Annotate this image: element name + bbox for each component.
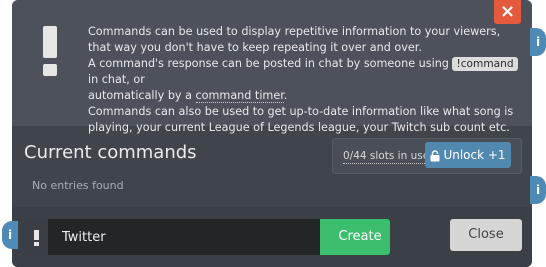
slot-box: 0/44 slots in use Unlock +1 <box>332 138 522 174</box>
exclamation-icon <box>38 26 62 76</box>
bottom-bar: Create Close <box>12 207 532 267</box>
exclamation-prefix-icon <box>24 219 48 255</box>
close-icon[interactable]: × <box>494 0 521 24</box>
command-input-group: Create <box>24 219 390 255</box>
unlock-button[interactable]: Unlock +1 <box>425 142 511 168</box>
command-timer-link[interactable]: command timer <box>195 89 284 103</box>
info-line-2: A command's response can be posted in ch… <box>88 56 524 88</box>
command-code-chip: !command <box>452 57 518 71</box>
info-tab-left[interactable]: i <box>2 221 18 249</box>
info-line-3-pre: automatically by a <box>88 89 196 102</box>
info-block: Commands can be used to display repetiti… <box>12 0 532 134</box>
info-tab-right-top[interactable]: i <box>530 28 546 56</box>
info-line-2-post: in chat, or <box>88 73 145 86</box>
info-line-4: Commands can also be used to get up-to-d… <box>88 105 514 134</box>
info-line-3-post: . <box>283 89 288 102</box>
empty-state: No entries found <box>32 179 124 192</box>
command-name-input[interactable] <box>48 219 320 255</box>
section-title: Current commands <box>24 142 197 163</box>
info-tab-right-middle[interactable]: i <box>530 176 546 204</box>
info-text: Commands can be used to display repetiti… <box>88 24 524 136</box>
close-button[interactable]: Close <box>450 219 522 251</box>
info-line-3: automatically by a command timer. <box>88 88 524 104</box>
info-line-2-pre: A command's response can be posted in ch… <box>88 57 453 70</box>
commands-panel: Commands can be used to display repetiti… <box>12 0 532 267</box>
slots-in-use[interactable]: 0/44 slots in use <box>343 149 430 164</box>
create-button[interactable]: Create <box>320 219 390 255</box>
unlock-label: Unlock +1 <box>443 148 506 162</box>
info-line-1: Commands can be used to display repetiti… <box>88 25 501 54</box>
lock-icon <box>430 149 440 161</box>
